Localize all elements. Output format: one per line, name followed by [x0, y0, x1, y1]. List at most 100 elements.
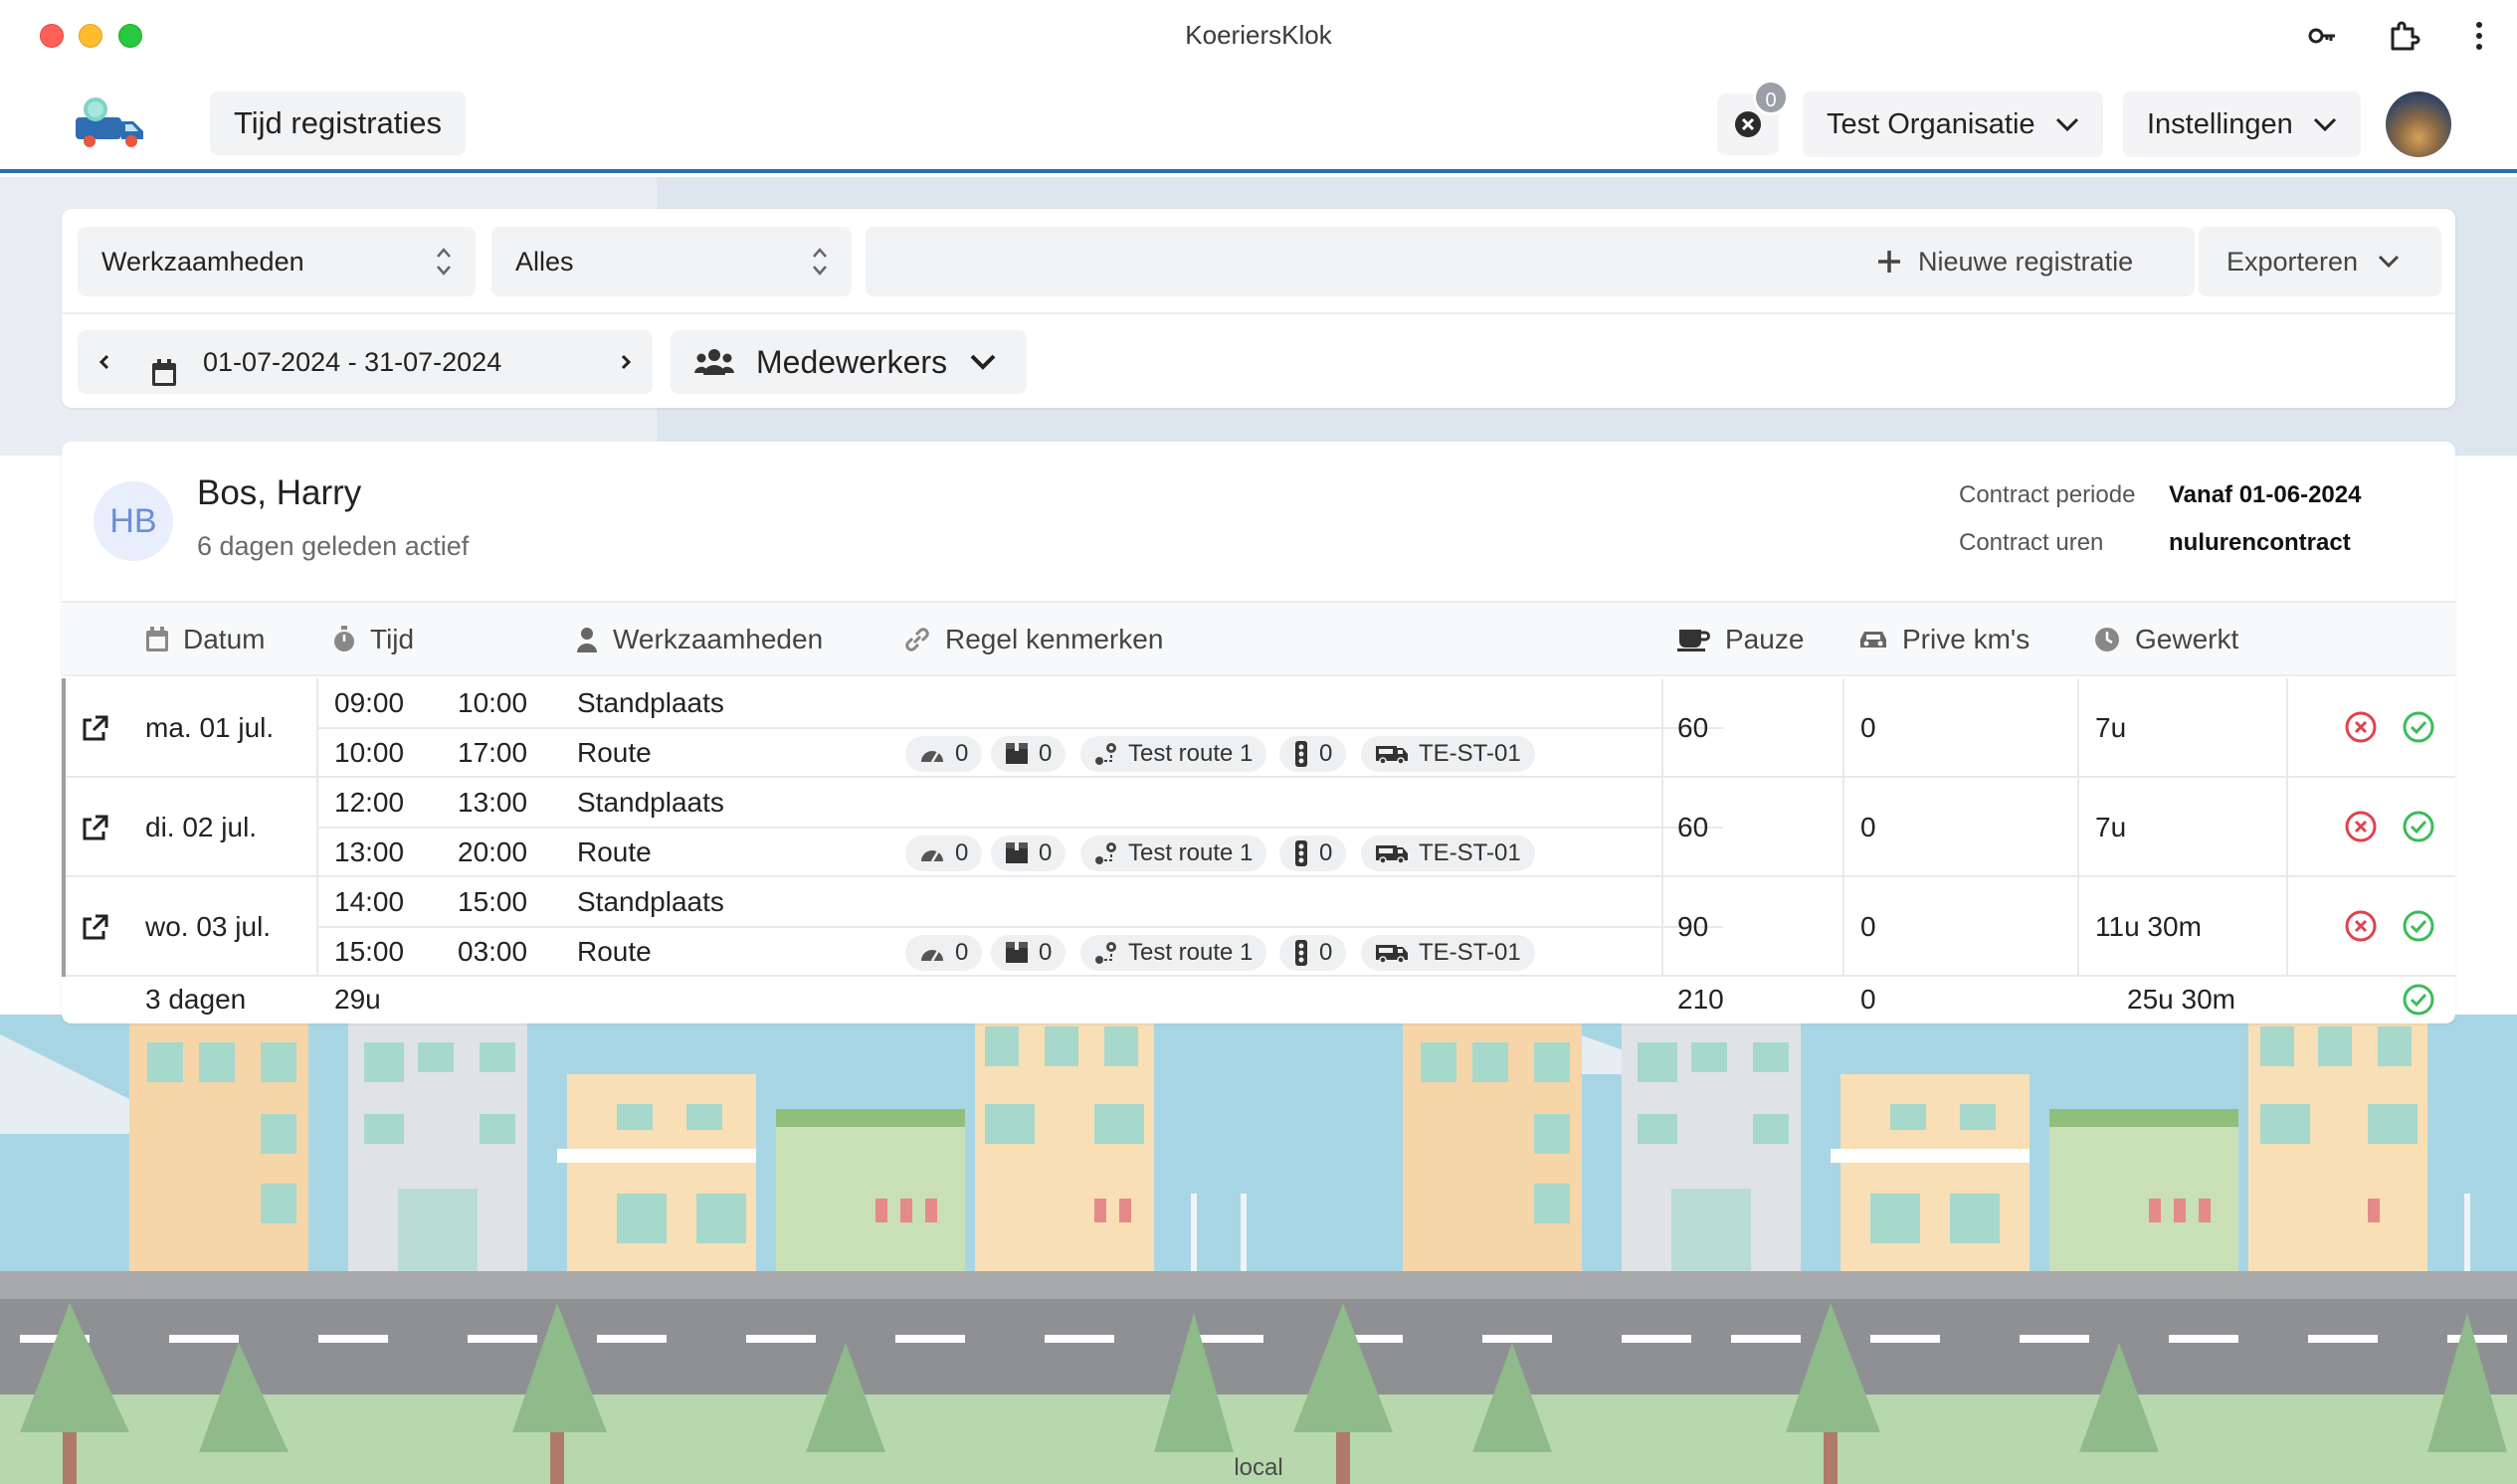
activity-select[interactable]: Werkzaamheden: [78, 227, 476, 296]
line-activity: Standplaats: [577, 687, 724, 718]
column-time[interactable]: Tijd: [332, 603, 414, 676]
column-rule-features-label: Regel kenmerken: [945, 624, 1164, 654]
x-circle-icon: [2345, 910, 2377, 942]
row-line-divider: [318, 727, 1723, 729]
speedometer-icon: [921, 751, 943, 763]
box-icon: [1006, 842, 1028, 863]
new-registration-label: Nieuwe registratie: [1918, 247, 2134, 277]
key-icon[interactable]: [2300, 14, 2344, 58]
approve-button[interactable]: [2402, 710, 2435, 744]
open-registration-button[interactable]: [82, 814, 109, 846]
table-row[interactable]: ma. 01 jul. 09:00 10:00 Standplaats 10:00 17:…: [62, 678, 2455, 778]
total-private-km: 0: [1860, 984, 1876, 1015]
row-private-km: 0: [1860, 712, 1876, 743]
van-icon: [1376, 746, 1408, 765]
column-pause[interactable]: Pauze: [1677, 603, 1804, 676]
route-icon: [1095, 842, 1116, 864]
employee-last-active: 6 dagen geleden actief: [197, 531, 470, 561]
route-icon: [1095, 743, 1116, 765]
line-start-time: 09:00: [334, 687, 405, 718]
chip-traffic-value: 0: [1319, 839, 1333, 866]
line-activity: Route: [577, 936, 652, 967]
nav-tab-time-registrations[interactable]: Tijd registraties: [210, 92, 467, 155]
route-icon: [1095, 942, 1116, 964]
filter-card: Werkzaamheden Alles Nieuwe registratie E…: [62, 209, 2455, 408]
traffic-light-icon: [1295, 840, 1307, 866]
employee-avatar: HB: [94, 481, 173, 561]
column-divider: [1842, 877, 1844, 977]
column-divider: [1661, 678, 1663, 778]
next-period-button[interactable]: [619, 330, 633, 417]
app-logo[interactable]: [70, 93, 149, 153]
column-divider: [2077, 678, 2079, 778]
reject-button[interactable]: [2344, 909, 2378, 943]
chip-packages-value: 0: [1039, 939, 1053, 966]
table-row[interactable]: wo. 03 jul. 14:00 15:00 Standplaats 15:00 03:…: [62, 877, 2455, 977]
contract-hours-label: Contract uren: [1959, 529, 2104, 556]
reject-button[interactable]: [2344, 810, 2378, 843]
notification-count-badge: 0: [1753, 80, 1789, 115]
total-time: 29u: [334, 984, 381, 1015]
window-title: KoeriersKlok: [1185, 20, 1332, 50]
search-input[interactable]: [866, 227, 1894, 296]
chip-route-value: Test route 1: [1128, 939, 1254, 966]
line-start-time: 12:00: [334, 787, 405, 818]
export-dropdown[interactable]: Exporteren: [2199, 227, 2441, 296]
row-private-km: 0: [1860, 812, 1876, 842]
row-worked: 7u: [2095, 712, 2127, 743]
person-icon: [577, 628, 597, 652]
employees-dropdown[interactable]: Medewerkers: [671, 330, 1027, 394]
column-divider: [2077, 877, 2079, 977]
column-pause-label: Pauze: [1725, 624, 1805, 654]
reject-button[interactable]: [2344, 710, 2378, 744]
table-row[interactable]: di. 02 jul. 12:00 13:00 Standplaats 13:00 20:…: [62, 778, 2455, 877]
total-days: 3 dagen: [145, 984, 247, 1015]
approve-button[interactable]: [2402, 810, 2435, 843]
chip-traffic-value: 0: [1319, 740, 1333, 767]
environment-label: local: [1234, 1454, 1283, 1481]
column-date[interactable]: Datum: [145, 603, 265, 676]
more-menu-icon[interactable]: [2457, 14, 2501, 58]
column-activities[interactable]: Werkzaamheden: [575, 603, 823, 676]
approve-button[interactable]: [2402, 909, 2435, 943]
traffic-light-icon: [1295, 741, 1307, 767]
chip-packages: 0: [991, 736, 1066, 772]
column-private-km-label: Prive km's: [1902, 624, 2031, 654]
user-avatar[interactable]: [2386, 92, 2451, 157]
approve-all-button[interactable]: [2402, 983, 2435, 1017]
column-worked[interactable]: Gewerkt: [2093, 603, 2238, 676]
updown-chevron-icon: [813, 248, 827, 276]
extensions-icon[interactable]: [2382, 14, 2425, 58]
row-indicator: [62, 678, 66, 778]
scope-select[interactable]: Alles: [491, 227, 852, 296]
date-range-picker[interactable]: 01-07-2024 - 31-07-2024: [78, 330, 653, 394]
previous-period-button[interactable]: [97, 330, 111, 417]
open-registration-button[interactable]: [82, 714, 109, 747]
open-registration-button[interactable]: [82, 913, 109, 946]
chip-traffic-value: 0: [1319, 939, 1333, 966]
date-range-value: 01-07-2024 - 31-07-2024: [203, 347, 502, 377]
column-divider: [1842, 778, 1844, 877]
line-end-time: 03:00: [458, 936, 528, 967]
coffee-icon: [1677, 630, 1710, 651]
column-divider: [1661, 778, 1663, 877]
chip-speed-value: 0: [955, 839, 969, 866]
total-worked: 25u 30m: [2127, 984, 2235, 1015]
x-circle-icon: [2345, 711, 2377, 743]
column-private-km[interactable]: Prive km's: [1858, 603, 2030, 676]
employee-name: Bos, Harry: [197, 473, 362, 512]
chip-route-value: Test route 1: [1128, 740, 1254, 767]
line-activity: Route: [577, 836, 652, 867]
users-icon: [694, 349, 734, 375]
row-private-km: 0: [1860, 911, 1876, 942]
updown-chevron-icon: [437, 248, 451, 276]
chip-vehicle-value: TE-ST-01: [1419, 939, 1521, 966]
new-registration-button[interactable]: Nieuwe registratie: [1848, 227, 2195, 296]
chip-route: Test route 1: [1080, 736, 1267, 772]
column-divider: [2077, 778, 2079, 877]
organization-dropdown[interactable]: Test Organisatie: [1803, 92, 2103, 157]
employees-label: Medewerkers: [756, 344, 948, 380]
chip-packages-value: 0: [1039, 839, 1053, 866]
column-rule-features[interactable]: Regel kenmerken: [903, 603, 1163, 676]
settings-dropdown[interactable]: Instellingen: [2123, 92, 2361, 157]
